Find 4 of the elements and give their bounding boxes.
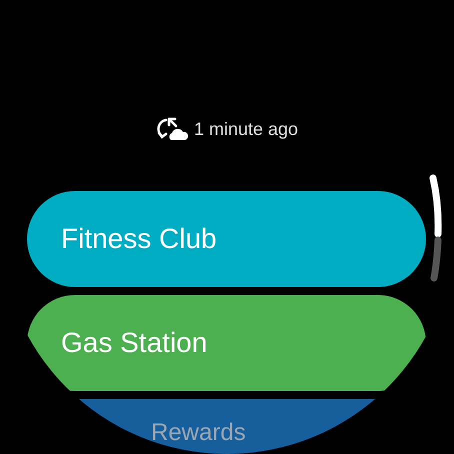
sync-cloud-icon bbox=[156, 116, 188, 142]
list-chip[interactable]: Fitness Club bbox=[27, 191, 426, 287]
sync-status-text: 1 minute ago bbox=[194, 118, 298, 141]
list-chip[interactable]: Gas Station bbox=[27, 295, 426, 391]
